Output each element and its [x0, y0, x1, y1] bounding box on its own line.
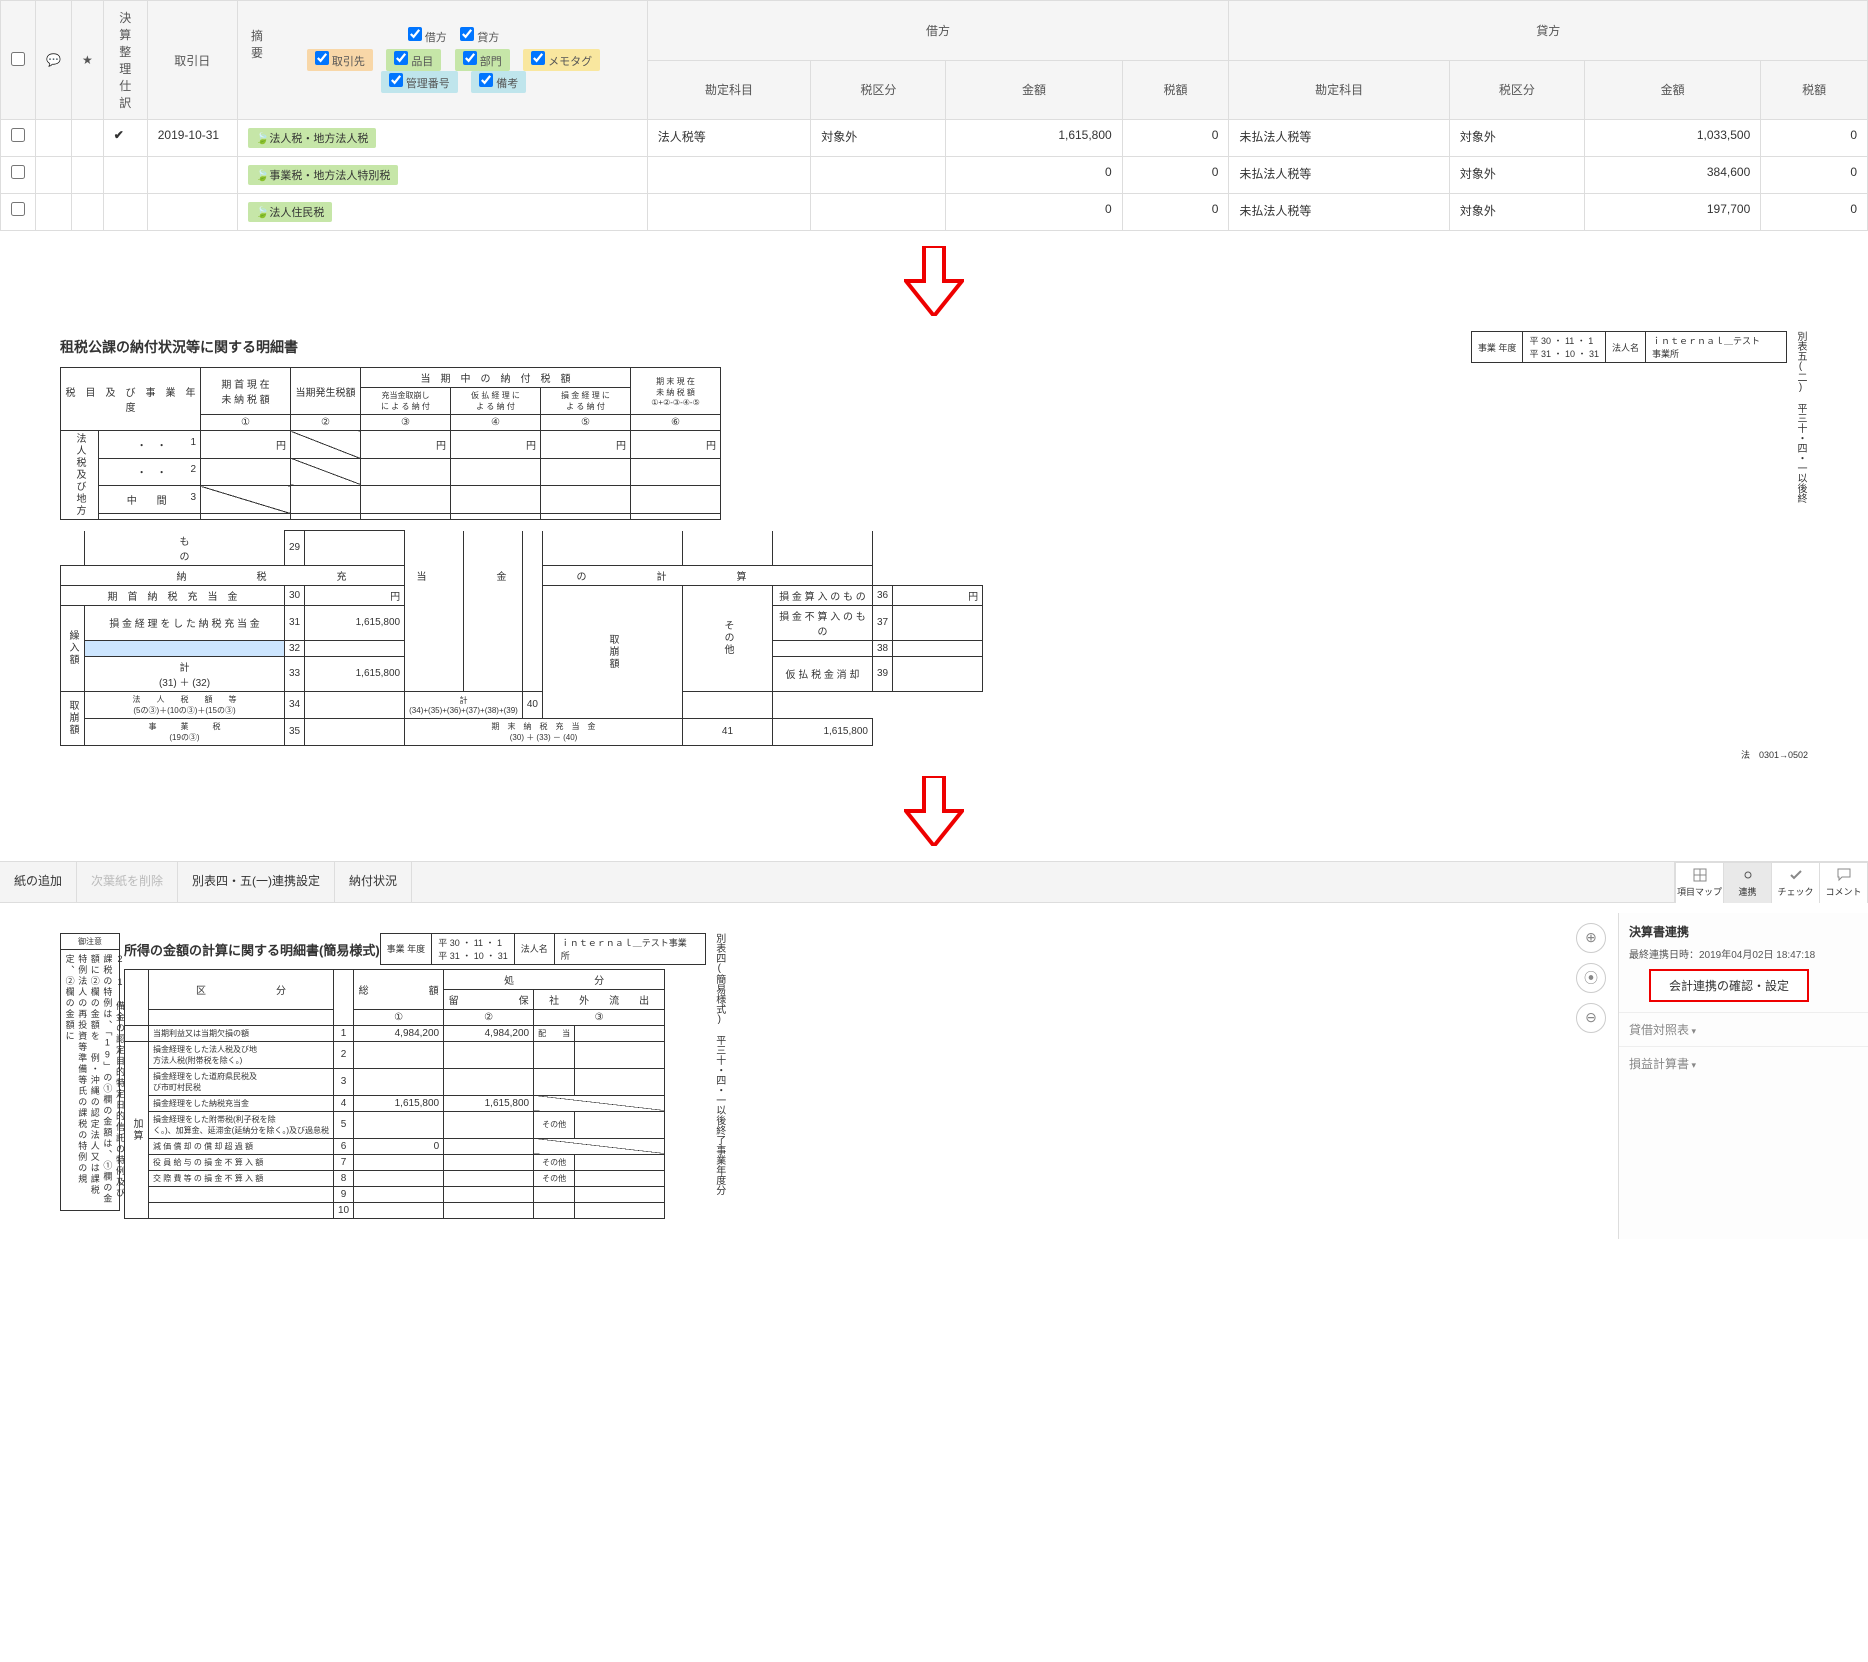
row-checkbox[interactable]	[11, 202, 25, 216]
header-date: 取引日	[147, 1, 237, 120]
form1-title: 租税公課の納付状況等に関する明細書	[60, 337, 298, 357]
form1-wrapper: 租税公課の納付状況等に関する明細書 事業 年度 平 30 ・ 11 ・ 1平 3…	[60, 331, 1808, 520]
filter-item[interactable]: 品目	[386, 49, 441, 71]
zoom-in-button[interactable]: ⊕	[1576, 923, 1606, 953]
tab-delete-sheet[interactable]: 次葉紙を削除	[77, 862, 178, 902]
form1-side-label: 別表五(二) 平三十・四・一以後終	[1793, 331, 1808, 503]
select-all-checkbox[interactable]	[11, 52, 25, 66]
row-checkbox[interactable]	[11, 165, 25, 179]
filter-credit[interactable]: 貸方	[460, 32, 499, 44]
journal-table: 💬 ★ 決算 整理 仕訳 取引日 摘要 借方 貸方 取引先 品目	[0, 0, 1868, 231]
red-arrow-icon	[904, 246, 964, 316]
accounting-link-button[interactable]: 会計連携の確認・設定	[1649, 969, 1809, 1002]
tag: 🍃事業税・地方法人特別税	[248, 165, 399, 185]
toolicon-check[interactable]: チェック	[1771, 863, 1819, 903]
form1b-wrapper: もの29 納 税 充 当 金 の 計 算 期 首 納 税 充 当 金30円 取崩…	[60, 530, 1808, 761]
header-summary: 摘要	[248, 27, 267, 61]
journal-row: 🍃法人住民税00未払法人税等対象外197,7000	[1, 194, 1868, 231]
toolicon-comment[interactable]: コメント	[1819, 863, 1867, 903]
red-arrow-icon	[904, 776, 964, 846]
accordion-bs[interactable]: 貸借対照表	[1619, 1012, 1868, 1046]
filter-debit[interactable]: 借方	[408, 32, 447, 44]
summary-filters: 借方 貸方 取引先 品目 部門 メモタグ 管理番号 備考	[280, 27, 636, 93]
toolicon-link[interactable]: 連携	[1723, 863, 1771, 903]
sidebar-title: 決算書連携	[1629, 923, 1858, 940]
journal-row: ✔2019-10-31🍃法人税・地方法人税法人税等対象外1,615,8000未払…	[1, 120, 1868, 157]
row-checkbox[interactable]	[11, 128, 25, 142]
toolicon-map[interactable]: 項目マップ	[1675, 863, 1723, 903]
filter-partner[interactable]: 取引先	[307, 49, 373, 71]
header-credit: 貸方	[1229, 1, 1868, 61]
filter-mgmt[interactable]: 管理番号	[381, 71, 458, 93]
tab-payment-status[interactable]: 納付状況	[335, 862, 412, 902]
header-settle: 決算 整理 仕訳	[103, 1, 147, 120]
tag: 🍃法人税・地方法人税	[248, 128, 377, 148]
tab-link-setting[interactable]: 別表四・五(一)連携設定	[178, 862, 335, 902]
journal-row: 🍃事業税・地方法人特別税00未払法人税等対象外384,6000	[1, 157, 1868, 194]
header-debit: 借方	[647, 1, 1229, 61]
zoom-out-button[interactable]: ⊖	[1576, 1003, 1606, 1033]
tab-add-sheet[interactable]: 紙の追加	[0, 862, 77, 902]
filter-remark[interactable]: 備考	[471, 71, 526, 93]
form2-side-label: 別表四(簡易様式) 平三十・四・一以後終了事業年度分	[712, 933, 727, 1195]
zoom-fit-button[interactable]: ⦿	[1576, 963, 1606, 993]
filter-dept[interactable]: 部門	[455, 49, 510, 71]
filter-memo[interactable]: メモタグ	[523, 49, 600, 71]
tag: 🍃法人住民税	[248, 202, 333, 222]
accordion-pl[interactable]: 損益計算書	[1619, 1046, 1868, 1080]
form2-title: 所得の金額の計算に関する明細書(簡易様式)	[124, 940, 380, 959]
